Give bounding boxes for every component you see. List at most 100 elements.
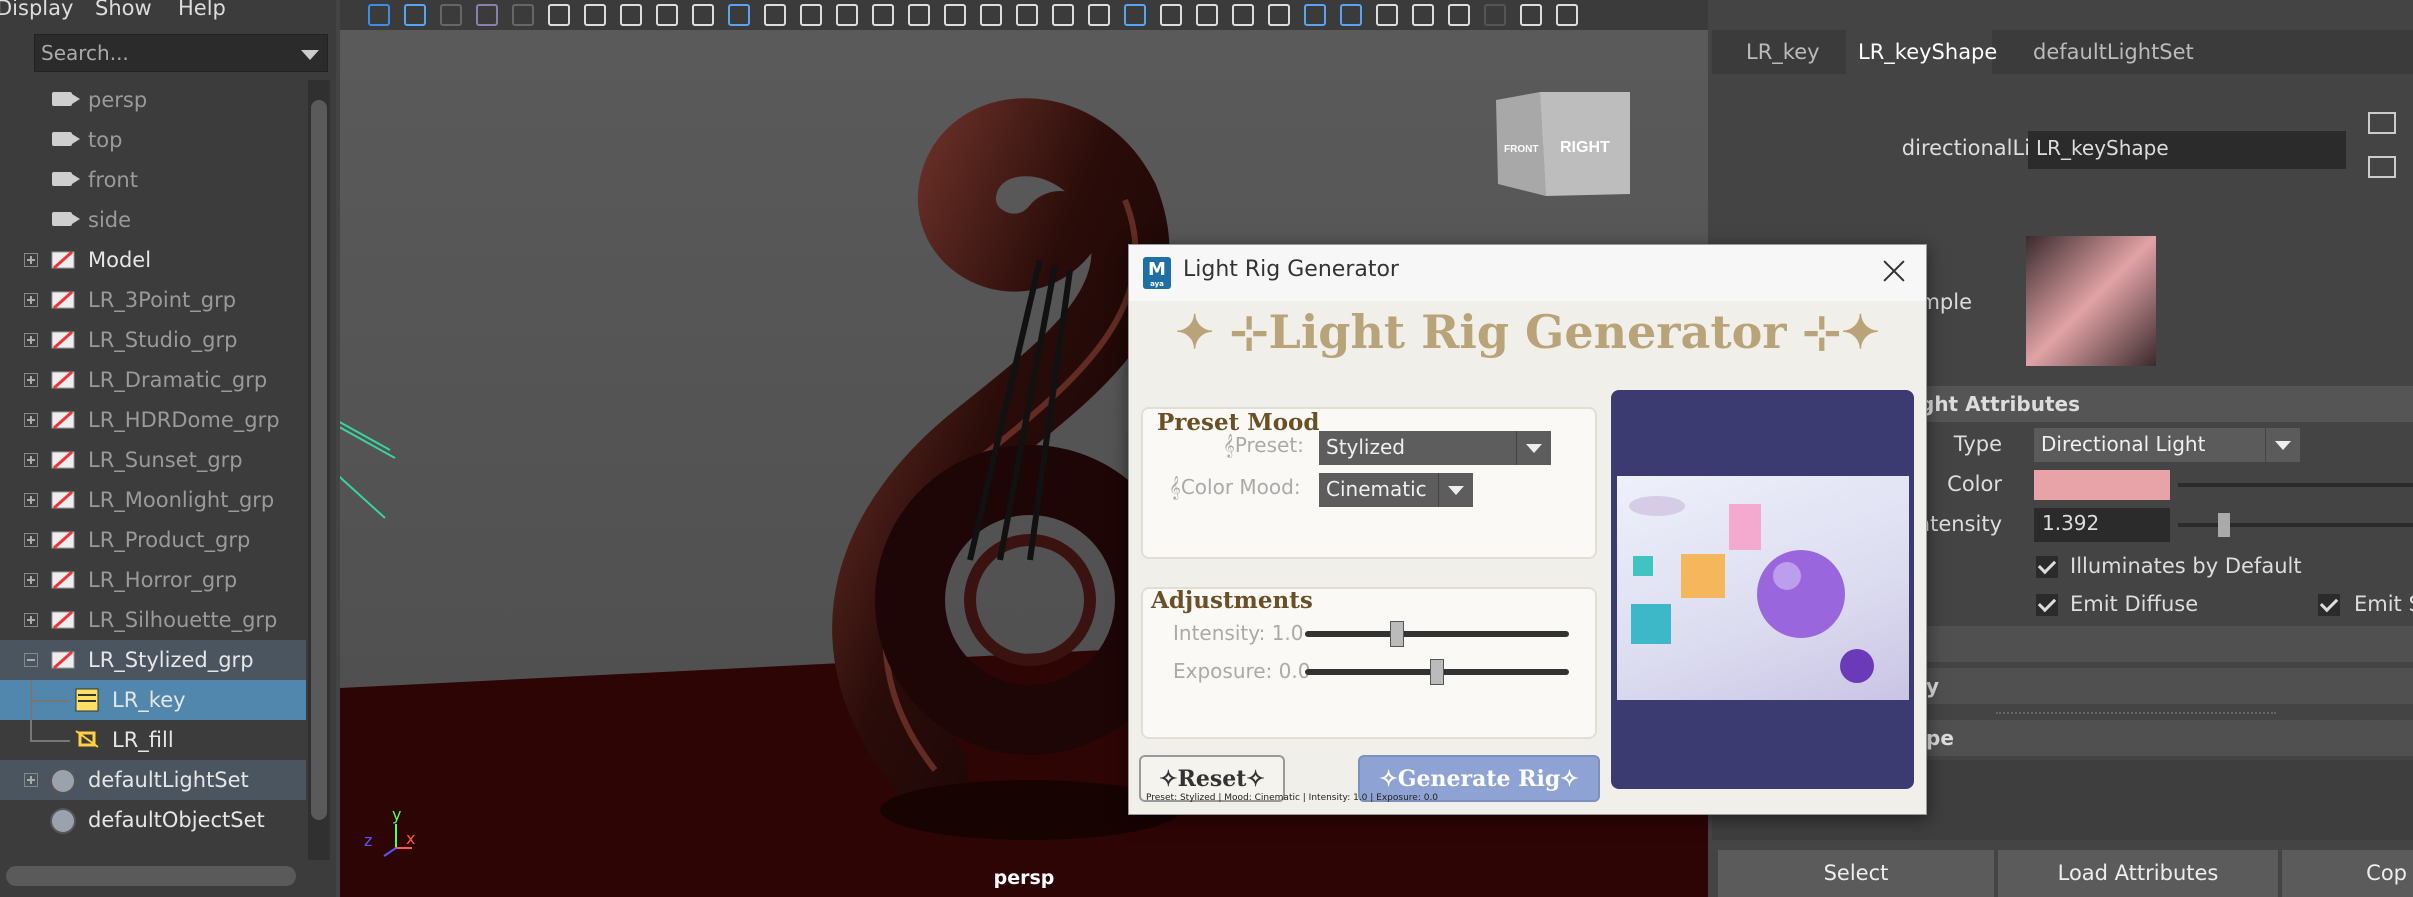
outliner-panel: Display Show Help Search... persp top fron… bbox=[0, 0, 336, 897]
preset-dropdown[interactable]: Stylized bbox=[1319, 431, 1551, 465]
focus-icon[interactable] bbox=[2368, 112, 2396, 134]
camera-icon bbox=[52, 92, 80, 106]
outliner-item-lr-hdrdome-grp[interactable]: LR_HDRDome_grp bbox=[0, 400, 306, 440]
outliner-item-lr-3point-grp[interactable]: LR_3Point_grp bbox=[0, 280, 306, 320]
outliner-horizontal-scrollbar[interactable] bbox=[6, 866, 296, 886]
collapse-icon[interactable] bbox=[24, 653, 38, 667]
node-name-field[interactable]: LR_keyShape bbox=[2028, 131, 2346, 169]
menu-show[interactable]: Show bbox=[95, 0, 152, 20]
expand-icon[interactable] bbox=[24, 293, 38, 307]
light-color-swatch[interactable] bbox=[2034, 470, 2170, 500]
expand-icon[interactable] bbox=[24, 413, 38, 427]
color-mood-dropdown[interactable]: Cinematic bbox=[1319, 473, 1473, 507]
tab-default-light-set[interactable]: defaultLightSet bbox=[2033, 40, 2194, 64]
adjustments-title: Adjustments bbox=[1151, 587, 1313, 614]
outliner-item-side[interactable]: side bbox=[0, 200, 306, 240]
outliner-item-lr-product-grp[interactable]: LR_Product_grp bbox=[0, 520, 306, 560]
outliner-item-label: defaultObjectSet bbox=[88, 808, 265, 832]
outliner-item-model[interactable]: Model bbox=[0, 240, 306, 280]
outliner-item-front[interactable]: front bbox=[0, 160, 306, 200]
exposure-label: Exposure: 0.0 bbox=[1173, 659, 1311, 683]
select-button[interactable]: Select bbox=[1718, 850, 1994, 897]
outliner-item-defaultlightset[interactable]: defaultLightSet bbox=[0, 760, 306, 800]
outliner-item-label: LR_HDRDome_grp bbox=[88, 408, 280, 432]
intensity-slider[interactable] bbox=[1305, 621, 1569, 647]
exposure-slider[interactable] bbox=[1305, 659, 1569, 685]
intensity-slider-handle[interactable] bbox=[2218, 513, 2230, 537]
camera-icon bbox=[52, 212, 80, 226]
preset-value: Stylized bbox=[1326, 435, 1405, 459]
tab-lr-keyshape[interactable]: LR_keyShape bbox=[1858, 40, 1997, 64]
close-icon[interactable] bbox=[1876, 253, 1912, 289]
outliner-item-label: LR_Studio_grp bbox=[88, 328, 238, 352]
expand-icon[interactable] bbox=[24, 373, 38, 387]
attribute-editor-tabs: LR_key LR_keyShape defaultLightSet bbox=[1712, 30, 2413, 74]
maya-app-icon: M aya bbox=[1143, 257, 1171, 289]
outliner-item-label: LR_Horror_grp bbox=[88, 568, 238, 592]
group-transform-icon bbox=[51, 330, 75, 350]
expand-icon[interactable] bbox=[24, 253, 38, 267]
group-transform-icon bbox=[51, 290, 75, 310]
outliner-item-lr-stylized-grp[interactable]: LR_Stylized_grp bbox=[0, 640, 306, 680]
outliner-item-defaultobjectset[interactable]: defaultObjectSet bbox=[0, 800, 306, 840]
dialog-title: Light Rig Generator bbox=[1183, 257, 1399, 282]
intensity-slider[interactable] bbox=[2178, 513, 2413, 537]
illuminates-by-default-checkbox[interactable] bbox=[2036, 556, 2058, 578]
intensity-field[interactable]: 1.392 bbox=[2034, 508, 2170, 542]
outliner-item-lr-studio-grp[interactable]: LR_Studio_grp bbox=[0, 320, 306, 360]
outliner-item-label: LR_3Point_grp bbox=[88, 288, 237, 312]
outliner-item-top[interactable]: top bbox=[0, 120, 306, 160]
outliner-item-lr-sunset-grp[interactable]: LR_Sunset_grp bbox=[0, 440, 306, 480]
emit-diffuse-label: Emit Diffuse bbox=[2070, 592, 2199, 616]
outliner-item-lr-fill[interactable]: LR_fill bbox=[0, 700, 306, 760]
expand-icon[interactable] bbox=[24, 613, 38, 627]
app-icon-sub: aya bbox=[1150, 280, 1164, 288]
preview-render-image bbox=[1617, 476, 1909, 700]
outliner-item-lr-horror-grp[interactable]: LR_Horror_grp bbox=[0, 560, 306, 600]
axis-x-label: x bbox=[406, 829, 415, 848]
node-type-label: directionalLight: bbox=[1901, 136, 2072, 160]
preview-caption: Preset: Stylized | Mood: Cinematic | Int… bbox=[1146, 793, 1439, 803]
tab-lr-key[interactable]: LR_key bbox=[1746, 40, 1820, 64]
expand-icon[interactable] bbox=[24, 333, 38, 347]
outliner-item-label: side bbox=[88, 208, 132, 232]
load-attributes-button[interactable]: Load Attributes bbox=[1998, 850, 2278, 897]
emit-specular-checkbox[interactable] bbox=[2318, 594, 2340, 616]
outliner-item-label: LR_Silhouette_grp bbox=[88, 608, 278, 632]
emit-diffuse-checkbox[interactable] bbox=[2036, 594, 2058, 616]
search-placeholder: Search... bbox=[41, 41, 129, 65]
chevron-down-icon bbox=[2265, 428, 2300, 462]
expand-icon[interactable] bbox=[24, 453, 38, 467]
material-sample-swatch bbox=[2026, 236, 2156, 366]
expand-icon[interactable] bbox=[24, 573, 38, 587]
tree-branch bbox=[30, 700, 70, 702]
outliner-item-lr-dramatic-grp[interactable]: LR_Dramatic_grp bbox=[0, 360, 306, 400]
outliner-search-input[interactable]: Search... bbox=[34, 34, 328, 72]
outliner-item-lr-moonlight-grp[interactable]: LR_Moonlight_grp bbox=[0, 480, 306, 520]
expand-icon[interactable] bbox=[24, 533, 38, 547]
viewcube-front-label: FRONT bbox=[1504, 144, 1538, 155]
exposure-slider-handle[interactable] bbox=[1430, 659, 1444, 685]
copy-tab-button[interactable]: Cop bbox=[2282, 850, 2413, 897]
preset-mood-title: Preset Mood bbox=[1157, 409, 1320, 436]
dialog-titlebar[interactable]: M aya Light Rig Generator bbox=[1129, 245, 1926, 301]
outliner-item-label: LR_Moonlight_grp bbox=[88, 488, 275, 512]
color-slider[interactable] bbox=[2178, 483, 2413, 487]
menu-help[interactable]: Help bbox=[178, 0, 226, 20]
outliner-item-label: LR_key bbox=[112, 688, 186, 712]
search-dropdown-icon[interactable] bbox=[301, 50, 319, 60]
intensity-slider-handle[interactable] bbox=[1390, 621, 1405, 647]
menu-display[interactable]: Display bbox=[0, 0, 73, 20]
expand-icon[interactable] bbox=[24, 773, 38, 787]
expand-icon[interactable] bbox=[24, 493, 38, 507]
outliner-item-label: LR_Sunset_grp bbox=[88, 448, 243, 472]
light-type-dropdown[interactable]: Directional Light bbox=[2034, 428, 2300, 462]
outliner-item-persp[interactable]: persp bbox=[0, 80, 306, 120]
outliner-item-lr-key[interactable]: LR_key bbox=[0, 680, 306, 720]
chevron-down-icon bbox=[1438, 473, 1473, 507]
color-mood-value: Cinematic bbox=[1326, 477, 1427, 501]
outliner-item-lr-silhouette-grp[interactable]: LR_Silhouette_grp bbox=[0, 600, 306, 640]
outliner-vertical-scrollbar[interactable] bbox=[308, 80, 330, 860]
presets-icon[interactable] bbox=[2368, 156, 2396, 178]
viewcube[interactable]: FRONT RIGHT bbox=[1496, 92, 1630, 196]
